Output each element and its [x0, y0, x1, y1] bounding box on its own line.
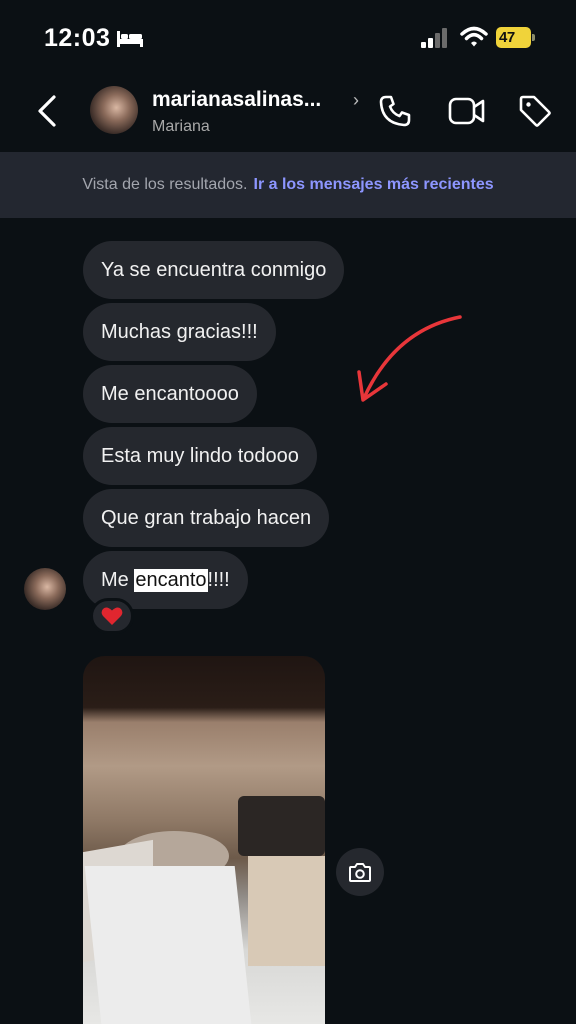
message-text: Me encantoooo [101, 382, 239, 405]
message-text-suffix: !!!! [207, 568, 230, 591]
message-bubble[interactable]: Que gran trabajo hacen [83, 489, 330, 547]
message-text: Que gran trabajo hacen [101, 506, 312, 529]
camera-button[interactable] [336, 848, 384, 896]
wifi-icon [460, 26, 488, 47]
message-bubble[interactable]: Ya se encuentra conmigo [83, 241, 345, 299]
search-highlight: encanto [134, 568, 208, 592]
heart-reaction[interactable] [90, 598, 134, 634]
status-time: 12:03 [44, 24, 111, 52]
message-bubble[interactable]: Muchas gracias!!! [83, 303, 276, 361]
chevron-right-icon[interactable]: › [353, 90, 359, 111]
contact-username[interactable]: marianasalinas... [152, 88, 321, 112]
banner-text: Vista de los resultados. [82, 176, 248, 193]
battery-indicator: 47 [496, 27, 536, 48]
annotation-arrow-icon [357, 315, 462, 402]
heart-icon [101, 607, 123, 625]
message-text: Muchas gracias!!! [101, 320, 258, 343]
status-bar: 12:03 47 [0, 0, 576, 76]
message-text: Ya se encuentra conmigo [101, 258, 327, 281]
contact-avatar[interactable] [90, 86, 138, 134]
battery-level: 47 [499, 29, 515, 46]
bed-icon [117, 31, 143, 47]
back-icon[interactable] [34, 94, 62, 128]
message-bubble[interactable]: Esta muy lindo todooo [83, 427, 317, 485]
chat-header: marianasalinas... › Mariana [0, 76, 576, 152]
message-text-prefix: Me [101, 568, 135, 591]
sender-avatar[interactable] [24, 568, 66, 610]
video-icon[interactable] [448, 96, 486, 126]
contact-display-name[interactable]: Mariana [152, 118, 210, 136]
search-results-banner: Vista de los resultados. Ir a los mensaj… [0, 152, 576, 218]
signal-icon [421, 28, 447, 48]
jump-to-recent-link[interactable]: Ir a los mensajes más recientes [254, 176, 494, 194]
call-icon[interactable] [378, 94, 412, 128]
tag-icon[interactable] [518, 94, 552, 128]
camera-icon [349, 863, 371, 882]
photo-message[interactable] [83, 656, 325, 1024]
message-bubble[interactable]: Me encantoooo [83, 365, 257, 423]
message-text: Esta muy lindo todooo [101, 444, 299, 467]
